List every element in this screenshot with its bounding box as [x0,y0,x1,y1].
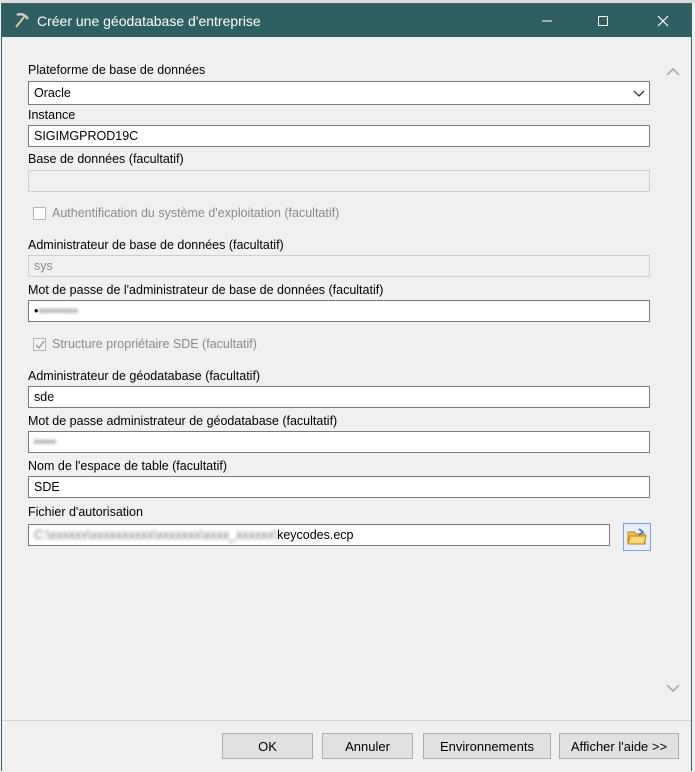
instance-input[interactable]: SIGIMGPROD19C [28,125,650,147]
auth-file-name: keycodes.ecp [277,528,354,542]
auth-file-label: Fichier d'autorisation [28,505,143,519]
gdb-admin-label: Administrateur de géodatabase (facultati… [28,369,261,383]
redacted-text: ••••••••• [38,304,78,318]
tablespace-label: Nom de l'espace de table (facultatif) [28,459,228,473]
maximize-icon [598,15,608,26]
database-input[interactable] [28,170,650,192]
ok-button[interactable]: OK [222,733,313,759]
os-auth-label: Authentification du système d'exploitati… [52,206,340,220]
gdb-admin-password-input[interactable]: ••••• [28,431,650,453]
pickaxe-icon [11,11,31,31]
instance-label: Instance [28,108,76,122]
redacted-path: C:\xxxxxx\xxxxxxxxxx\xxxxxxx\xxxx_xxxxxx… [34,528,278,542]
title-bar[interactable]: Créer une géodatabase d'entreprise [2,4,691,37]
dialog-window: Créer une géodatabase d'entreprise Plate… [1,3,692,771]
close-icon [657,15,669,26]
environments-button[interactable]: Environnements [423,733,551,759]
cancel-button[interactable]: Annuler [322,733,413,759]
form-panel: Plateforme de base de données Oracle Ins… [2,37,691,720]
scroll-up-icon[interactable] [666,67,680,77]
db-admin-label: Administrateur de base de données (facul… [28,238,284,252]
window-title: Créer une géodatabase d'entreprise [37,13,261,29]
db-admin-password-label: Mot de passe de l'administrateur de base… [28,283,384,297]
database-label: Base de données (facultatif) [28,152,184,166]
show-help-button[interactable]: Afficher l'aide >> [559,733,679,759]
db-admin-password-input[interactable]: •••••••••• [28,300,650,322]
chevron-down-icon [633,90,645,97]
platform-select[interactable]: Oracle [28,81,650,105]
sde-schema-checkbox[interactable] [33,338,46,351]
gdb-admin-password-label: Mot de passe administrateur de géodataba… [28,414,338,428]
tablespace-input[interactable]: SDE [28,476,650,498]
minimize-button[interactable] [519,4,575,37]
maximize-button[interactable] [575,4,631,37]
scroll-down-icon[interactable] [666,683,680,693]
close-button[interactable] [635,4,691,37]
platform-value: Oracle [34,86,71,100]
db-admin-input[interactable]: sys [28,255,650,277]
minimize-icon [542,20,552,21]
gdb-admin-input[interactable]: sde [28,386,650,408]
platform-label: Plateforme de base de données [28,63,206,77]
checkmark-icon [35,340,45,350]
folder-open-icon [627,528,647,545]
button-bar: OK Annuler Environnements Afficher l'aid… [2,720,691,771]
browse-button[interactable] [623,523,651,551]
redacted-text: ••••• [34,435,56,449]
sde-schema-label: Structure propriétaire SDE (facultatif) [52,337,257,351]
auth-file-input[interactable]: C:\xxxxxx\xxxxxxxxxx\xxxxxxx\xxxx_xxxxxx… [28,524,610,546]
os-auth-checkbox[interactable] [33,207,46,220]
